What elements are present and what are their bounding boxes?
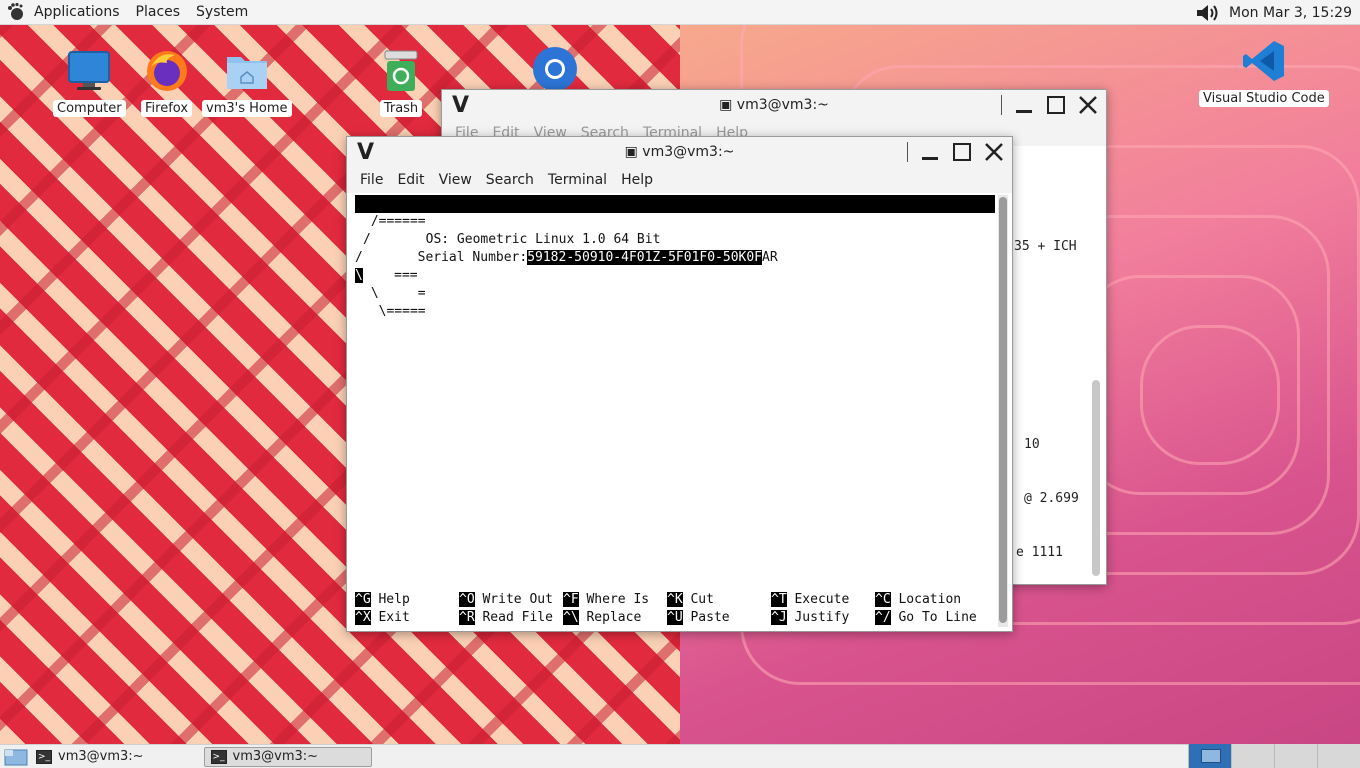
separator bbox=[907, 142, 908, 162]
menu-search[interactable]: Search bbox=[479, 172, 541, 188]
shortcut-write-out[interactable]: ^O Write Out bbox=[459, 591, 553, 609]
desktop-icon-chrome[interactable] bbox=[532, 46, 578, 92]
text-line: @ 2.699 bbox=[1024, 491, 1079, 506]
minimize-icon[interactable] bbox=[1014, 95, 1034, 115]
scrollbar-thumb[interactable] bbox=[999, 197, 1007, 623]
text-line: 35 + ICH bbox=[1014, 239, 1077, 254]
taskbar-label: vm3@vm3:~ bbox=[58, 749, 144, 764]
close-icon[interactable] bbox=[1078, 95, 1098, 115]
text-line: e 1111 bbox=[1016, 545, 1063, 560]
desktop-icon-firefox[interactable]: Firefox bbox=[141, 48, 193, 117]
desktop-icon-label: Computer bbox=[53, 100, 126, 117]
art-line: === bbox=[362, 268, 418, 283]
workspace-2[interactable] bbox=[1231, 744, 1274, 768]
shortcut-help[interactable]: ^G Help bbox=[355, 591, 410, 609]
terminal-icon: >_ bbox=[36, 749, 52, 764]
taskbar-label: vm3@vm3:~ bbox=[232, 749, 319, 764]
desktop-icon-computer[interactable]: Computer bbox=[53, 48, 126, 117]
nano-editor[interactable]: GNU nano 8.3 neofetch Modified /====== /… bbox=[351, 195, 995, 627]
desktop-icon-label: Visual Studio Code bbox=[1199, 90, 1329, 107]
file-line: \ === bbox=[355, 267, 418, 285]
desktop-icon-trash[interactable]: Trash bbox=[378, 48, 424, 117]
shortcut-exit[interactable]: ^X Exit bbox=[355, 609, 410, 627]
text-line: 10 bbox=[1024, 437, 1040, 452]
file-line-serial: / Serial Number:59182-50910-4F01Z-5F01F0… bbox=[355, 250, 778, 265]
taskbar-item-terminal-2[interactable]: >_ vm3@vm3:~ bbox=[203, 746, 372, 767]
menubar: File Edit View Search Terminal Help bbox=[347, 167, 1012, 193]
menu-view[interactable]: View bbox=[432, 172, 479, 188]
file-line: / OS: Geometric Linux 1.0 64 Bit bbox=[363, 232, 661, 247]
shortcut-read-file[interactable]: ^R Read File bbox=[459, 609, 553, 627]
taskbar-item-terminal-1[interactable]: >_ vm3@vm3:~ bbox=[30, 747, 150, 767]
workspace-1[interactable] bbox=[1188, 744, 1231, 768]
file-line: \===== bbox=[363, 304, 426, 319]
shortcut-paste[interactable]: ^U Paste bbox=[667, 609, 730, 627]
front-terminal-window[interactable]: V ▣ vm3@vm3:~ File Edit View Search Term… bbox=[346, 136, 1013, 632]
serial-label: Serial Number: bbox=[417, 250, 528, 265]
firefox-icon bbox=[144, 48, 190, 94]
shortcut-justify[interactable]: ^J Justify bbox=[771, 609, 849, 627]
shortcut-replace[interactable]: ^\ Replace bbox=[563, 609, 641, 627]
menu-edit[interactable]: Edit bbox=[390, 172, 431, 188]
desktop-icon-label: Firefox bbox=[141, 100, 193, 117]
nano-header-bar: GNU nano 8.3 neofetch Modified bbox=[355, 195, 995, 265]
desktop-icon-vscode[interactable]: Visual Studio Code bbox=[1199, 38, 1329, 107]
menu-file[interactable]: File bbox=[353, 172, 390, 188]
menu-terminal[interactable]: Terminal bbox=[541, 172, 614, 188]
nano-filename: neofetch bbox=[657, 232, 720, 247]
terminal-icon: ▣ bbox=[719, 97, 737, 113]
show-desktop-icon[interactable] bbox=[4, 747, 30, 767]
minimize-icon[interactable] bbox=[920, 142, 940, 162]
file-line: /====== bbox=[363, 214, 426, 229]
selected-text[interactable]: 59182-50910-4F01Z-5F01F0-50K0F bbox=[527, 250, 763, 265]
titlebar[interactable]: V ▣ vm3@vm3:~ bbox=[347, 137, 1012, 167]
back-scrollbar[interactable] bbox=[1092, 380, 1100, 576]
workspace-window-preview bbox=[1201, 749, 1221, 763]
nano-shortcut-bar: ^G Help ^O Write Out ^F Where Is ^K Cut … bbox=[355, 591, 995, 627]
close-icon[interactable] bbox=[984, 142, 1004, 162]
volume-icon[interactable] bbox=[1195, 3, 1223, 23]
bottom-taskbar: >_ vm3@vm3:~ >_ vm3@vm3:~ bbox=[0, 744, 1360, 768]
maximize-icon[interactable] bbox=[1046, 95, 1066, 115]
terminal-icon: >_ bbox=[210, 749, 227, 764]
trash-icon bbox=[378, 48, 424, 94]
top-panel: Applications Places System Mon Mar 3, 15… bbox=[0, 0, 1360, 25]
places-menu[interactable]: Places bbox=[128, 4, 189, 20]
shortcut-where-is[interactable]: ^F Where Is bbox=[563, 591, 649, 609]
window-controls bbox=[1001, 90, 1098, 120]
gnome-foot-icon[interactable] bbox=[6, 2, 26, 22]
workspace-4[interactable] bbox=[1317, 744, 1360, 768]
back-terminal-text: 35 + ICH bbox=[1014, 202, 1077, 292]
serial-rest: AR bbox=[762, 250, 778, 265]
menu-help[interactable]: Help bbox=[614, 172, 660, 188]
desktop-icon-home[interactable]: vm3's Home bbox=[202, 48, 292, 117]
system-menu[interactable]: System bbox=[188, 4, 256, 20]
titlebar[interactable]: V ▣ vm3@vm3:~ bbox=[442, 90, 1106, 120]
home-folder-icon bbox=[224, 48, 270, 94]
cursor: \ bbox=[355, 268, 363, 283]
shortcut-location[interactable]: ^C Location bbox=[875, 591, 961, 609]
separator bbox=[1001, 95, 1002, 115]
maximize-icon[interactable] bbox=[952, 142, 972, 162]
window-controls bbox=[907, 137, 1004, 167]
chrome-icon bbox=[532, 46, 578, 92]
desktop-icon-label: Trash bbox=[379, 100, 423, 117]
terminal-scrollbar[interactable] bbox=[998, 195, 1008, 627]
shortcut-execute[interactable]: ^T Execute bbox=[771, 591, 849, 609]
workspace-3[interactable] bbox=[1274, 744, 1317, 768]
vscode-icon bbox=[1241, 38, 1287, 84]
file-line: \ = bbox=[363, 286, 426, 301]
applications-menu[interactable]: Applications bbox=[26, 4, 128, 20]
desktop-icon-label: vm3's Home bbox=[202, 100, 292, 117]
clock[interactable]: Mon Mar 3, 15:29 bbox=[1229, 5, 1352, 21]
shortcut-go-to-line[interactable]: ^/ Go To Line bbox=[875, 609, 977, 627]
terminal-icon: ▣ bbox=[624, 144, 643, 160]
back-terminal-text-lower: 10 @ 2.699 e 1111 bbox=[1016, 400, 1079, 598]
nano-status: Modified bbox=[918, 250, 981, 265]
shortcut-cut[interactable]: ^K Cut bbox=[667, 591, 714, 609]
computer-icon bbox=[66, 48, 112, 94]
